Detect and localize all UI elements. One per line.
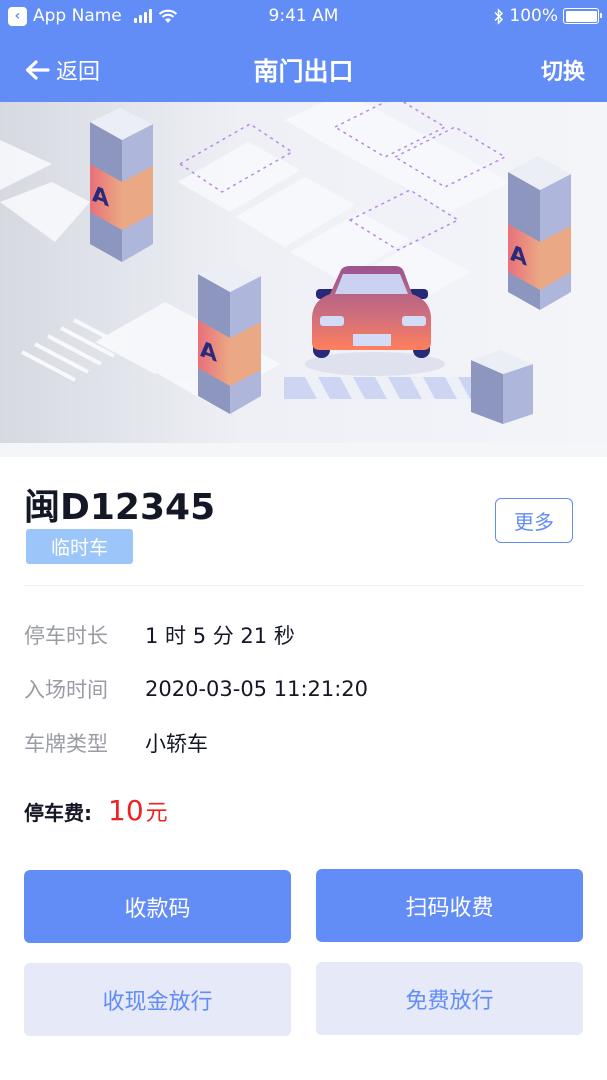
crosswalk: [21, 318, 121, 382]
illustration-footer-strip: [0, 443, 607, 457]
fee-amount: 10: [108, 794, 144, 827]
more-button[interactable]: 更多: [495, 498, 573, 543]
info-row-duration: 停车时长 1 时 5 分 21 秒: [24, 620, 295, 650]
scan-charge-button[interactable]: 扫码收费: [316, 869, 583, 942]
battery-icon: [563, 8, 602, 24]
fee-label: 停车费:: [24, 801, 92, 825]
parking-fee: 停车费: 10 元: [24, 794, 168, 827]
bluetooth-icon: [494, 7, 504, 25]
info-value: 2020-03-05 11:21:20: [145, 677, 369, 701]
fee-unit: 元: [145, 801, 168, 826]
divider: [24, 585, 584, 586]
cash-release-button[interactable]: 收现金放行: [24, 963, 291, 1036]
vehicle-type-badge: 临时车: [26, 529, 133, 564]
info-label: 车牌类型: [24, 732, 108, 756]
page-title: 南门出口: [253, 57, 354, 86]
info-row-entry-time: 入场时间 2020-03-05 11:21:20: [24, 674, 368, 704]
parking-illustration: A A A: [0, 102, 607, 447]
status-bar: ‹ App Name 9:41 AM 100%: [0, 0, 607, 34]
payment-code-button[interactable]: 收款码: [24, 870, 291, 943]
illustration-svg: A A A: [0, 102, 571, 424]
info-label: 停车时长: [24, 624, 108, 648]
pillar-a-2: A: [198, 260, 261, 414]
pillar-a-3: A: [508, 156, 571, 310]
free-release-button[interactable]: 免费放行: [316, 962, 583, 1035]
info-label: 入场时间: [24, 678, 108, 702]
pillar-a-1: A: [90, 108, 153, 262]
status-right: 100%: [494, 6, 602, 26]
info-value: 小轿车: [145, 732, 208, 756]
battery-percent: 100%: [509, 6, 558, 26]
info-row-plate-type: 车牌类型 小轿车: [24, 728, 208, 758]
license-plate: 闽D12345: [24, 487, 216, 528]
nav-bar: 返回 南门出口 切换: [0, 40, 607, 98]
info-value: 1 时 5 分 21 秒: [145, 624, 295, 648]
header: ‹ App Name 9:41 AM 100% 返回 南门出口 切换: [0, 0, 607, 102]
switch-button[interactable]: 切换: [541, 54, 585, 86]
